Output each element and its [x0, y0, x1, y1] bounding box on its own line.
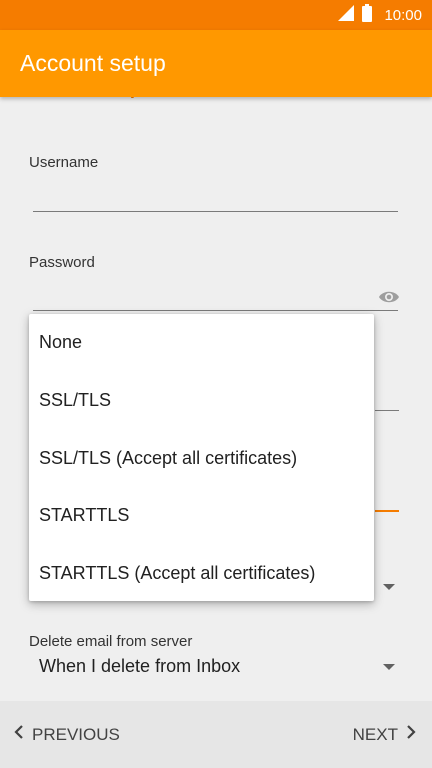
delete-email-label: Delete email from server: [29, 633, 193, 650]
dropdown-option-starttls[interactable]: STARTTLS: [29, 487, 374, 544]
delete-email-select[interactable]: When I delete from Inbox: [39, 656, 240, 677]
next-label: NEXT: [352, 724, 398, 744]
dropdown-option-label: STARTTLS (Accept all certificates): [39, 563, 316, 583]
security-type-dropdown: None SSL/TLS SSL/TLS (Accept all certifi…: [29, 314, 374, 601]
next-button[interactable]: NEXT: [353, 701, 416, 768]
dropdown-option-none[interactable]: None: [29, 314, 374, 371]
signal-icon: [338, 4, 355, 26]
password-label: Password: [29, 254, 95, 271]
previous-button[interactable]: PREVIOUS: [14, 701, 120, 768]
chevron-down-icon[interactable]: [383, 664, 395, 670]
battery-icon: [362, 3, 373, 27]
dropdown-option-label: STARTTLS: [39, 505, 130, 525]
chevron-left-icon: [14, 724, 24, 745]
dropdown-option-ssl-tls[interactable]: SSL/TLS: [29, 372, 374, 429]
server-field-edge: [375, 410, 399, 411]
bottom-nav-bar: PREVIOUS NEXT: [0, 701, 432, 768]
username-label: Username: [29, 154, 99, 171]
dropdown-option-label: None: [39, 332, 83, 352]
app-bar: Account setup: [0, 30, 432, 97]
eye-icon[interactable]: [378, 289, 400, 310]
security-field-underline: [375, 510, 399, 512]
app-title: Account setup: [20, 50, 166, 76]
chevron-right-icon: [406, 724, 416, 745]
status-time: 10:00: [384, 6, 422, 24]
chevron-down-icon[interactable]: [383, 584, 395, 590]
previous-label: PREVIOUS: [32, 724, 120, 744]
status-bar: 10:00: [0, 0, 432, 30]
dropdown-option-ssl-tls-accept-all[interactable]: SSL/TLS (Accept all certificates): [29, 430, 374, 487]
dropdown-option-label: SSL/TLS: [39, 390, 112, 410]
password-field[interactable]: [33, 310, 398, 311]
status-icons: 10:00: [338, 0, 422, 30]
dropdown-option-label: SSL/TLS (Accept all certificates): [39, 448, 298, 468]
dropdown-option-starttls-accept-all[interactable]: STARTTLS (Accept all certificates): [29, 545, 374, 602]
username-field[interactable]: [33, 211, 398, 212]
